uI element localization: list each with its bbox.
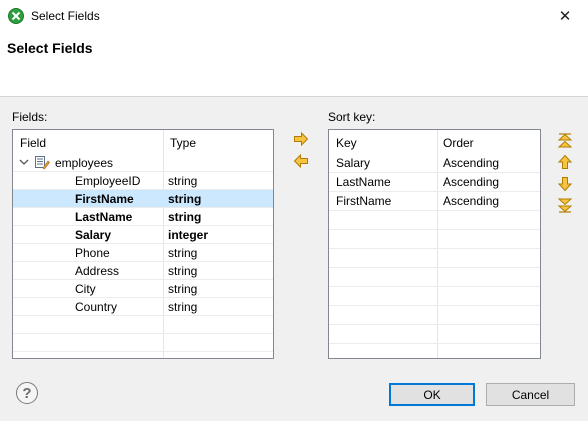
- column-header-field[interactable]: Field: [20, 136, 46, 150]
- field-name: EmployeeID: [75, 174, 141, 188]
- close-icon: ✕: [558, 7, 572, 25]
- column-header-key[interactable]: Key: [336, 136, 357, 150]
- title-bar: Select Fields ✕: [0, 0, 588, 31]
- fields-table-header: Field Type: [13, 130, 273, 154]
- empty-row: [13, 316, 273, 334]
- sort-key-name: FirstName: [336, 194, 392, 208]
- empty-row: [329, 230, 540, 249]
- empty-row: [329, 249, 540, 268]
- sort-key-label: Sort key:: [328, 110, 376, 124]
- page-title: Select Fields: [7, 40, 93, 56]
- window-title: Select Fields: [31, 9, 100, 23]
- field-name: FirstName: [75, 192, 134, 206]
- field-name: Country: [75, 300, 118, 314]
- move-to-bottom-icon[interactable]: [557, 197, 573, 213]
- move-to-top-icon[interactable]: [557, 133, 573, 149]
- table-row[interactable]: LastName Ascending: [329, 173, 540, 192]
- empty-row: [329, 287, 540, 306]
- help-button[interactable]: ?: [16, 382, 38, 404]
- ok-button[interactable]: OK: [389, 383, 475, 406]
- column-header-type[interactable]: Type: [170, 136, 196, 150]
- field-type: string: [168, 282, 198, 296]
- close-button[interactable]: ✕: [542, 0, 588, 31]
- table-row[interactable]: Address string: [13, 262, 273, 280]
- field-type: string: [168, 210, 202, 224]
- move-up-icon[interactable]: [557, 154, 573, 170]
- field-type: string: [168, 192, 202, 206]
- empty-row: [329, 268, 540, 287]
- sort-key-table[interactable]: Key Order Salary Ascending LastName Ascendi…: [328, 129, 541, 359]
- empty-row: [329, 306, 540, 325]
- table-row[interactable]: City string: [13, 280, 273, 298]
- field-type: integer: [168, 228, 209, 242]
- sort-order[interactable]: Ascending: [443, 175, 499, 189]
- arrow-right-icon[interactable]: [293, 131, 309, 147]
- empty-row: [329, 211, 540, 230]
- field-name: Salary: [75, 228, 112, 242]
- sort-key-name: Salary: [336, 156, 371, 170]
- empty-row: [329, 325, 540, 344]
- field-name: Address: [75, 264, 120, 278]
- sort-order[interactable]: Ascending: [443, 194, 499, 208]
- table-row[interactable]: LastName string: [13, 208, 273, 226]
- sort-table-header: Key Order: [329, 130, 540, 154]
- sort-order[interactable]: Ascending: [443, 156, 499, 170]
- table-row[interactable]: EmployeeID string: [13, 172, 273, 190]
- chevron-down-icon[interactable]: [19, 155, 29, 172]
- table-row[interactable]: Phone string: [13, 244, 273, 262]
- field-type: string: [168, 174, 198, 188]
- cancel-button[interactable]: Cancel: [486, 383, 575, 406]
- field-name: Phone: [75, 246, 110, 260]
- field-name: City: [75, 282, 96, 296]
- field-name: LastName: [75, 210, 133, 224]
- sort-key-name: LastName: [336, 175, 391, 189]
- field-type: string: [168, 246, 198, 260]
- tree-group-row[interactable]: employees: [13, 154, 273, 172]
- table-record-icon: [34, 155, 50, 173]
- table-row[interactable]: Country string: [13, 298, 273, 316]
- empty-row: [13, 352, 273, 358]
- field-type: string: [168, 264, 198, 278]
- empty-row: [13, 334, 273, 352]
- table-row[interactable]: FirstName string: [13, 190, 273, 208]
- field-type: string: [168, 300, 198, 314]
- dialog-header: Select Fields: [0, 31, 588, 97]
- fields-table[interactable]: Field Type employees EmployeeID string Fir…: [12, 129, 274, 359]
- fields-label: Fields:: [12, 110, 48, 124]
- move-down-icon[interactable]: [557, 176, 573, 192]
- cloverdx-icon: [8, 8, 24, 24]
- help-icon: ?: [22, 384, 32, 402]
- group-name: employees: [55, 156, 114, 170]
- table-row[interactable]: Salary integer: [13, 226, 273, 244]
- empty-row: [329, 344, 540, 358]
- table-row[interactable]: FirstName Ascending: [329, 192, 540, 211]
- table-row[interactable]: Salary Ascending: [329, 154, 540, 173]
- column-header-order[interactable]: Order: [443, 136, 474, 150]
- arrow-left-icon[interactable]: [293, 153, 309, 169]
